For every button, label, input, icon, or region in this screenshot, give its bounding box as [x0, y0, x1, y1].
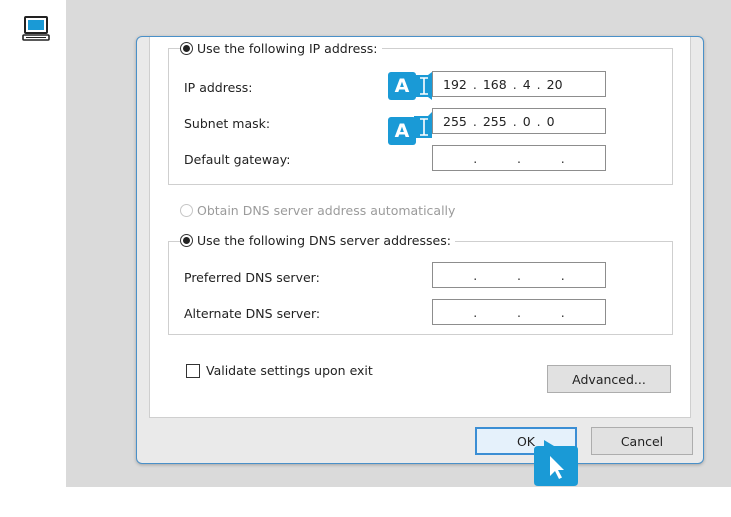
- preferred-dns-field[interactable]: . . .: [432, 262, 606, 288]
- default-gateway-label: Default gateway:: [184, 152, 291, 167]
- ip-address-field[interactable]: 192 . 168 . 4 . 20: [432, 71, 606, 97]
- default-gateway-field[interactable]: . . .: [432, 145, 606, 171]
- mask-octet-3: 0: [522, 113, 531, 129]
- ip-separator: .: [560, 267, 565, 283]
- ip-separator: .: [472, 113, 477, 129]
- validate-settings-label: Validate settings upon exit: [206, 363, 373, 378]
- ip-separator: .: [512, 76, 517, 92]
- ip-octet-3: 4: [522, 76, 531, 92]
- cancel-button[interactable]: Cancel: [591, 427, 693, 455]
- preferred-dns-label: Preferred DNS server:: [184, 270, 320, 285]
- computer-icon: [22, 16, 50, 41]
- ip-text-cursor-badge: A: [388, 72, 416, 100]
- obtain-dns-auto-label: Obtain DNS server address automatically: [197, 203, 456, 218]
- validate-settings-checkbox[interactable]: [186, 363, 200, 378]
- text-cursor-letter: A: [394, 119, 410, 142]
- subnet-mask-label: Subnet mask:: [184, 116, 271, 131]
- ip-separator: .: [536, 113, 541, 129]
- ip-separator: .: [472, 76, 477, 92]
- ip-octet-4: 20: [546, 76, 563, 92]
- alternate-dns-label: Alternate DNS server:: [184, 306, 321, 321]
- obtain-dns-auto-radio-row[interactable]: Obtain DNS server address automatically: [180, 203, 460, 218]
- ip-address-label: IP address:: [184, 80, 253, 95]
- mouse-pointer-icon: [534, 440, 578, 486]
- ip-separator: .: [516, 150, 521, 166]
- ip-separator: .: [560, 304, 565, 320]
- ip-separator: .: [516, 304, 521, 320]
- ip-separator: .: [536, 76, 541, 92]
- use-following-ip-label: Use the following IP address:: [197, 41, 378, 56]
- ip-octet-1: 192: [443, 76, 467, 92]
- ip-separator: .: [473, 267, 478, 283]
- obtain-dns-auto-radio[interactable]: [180, 204, 193, 217]
- text-cursor-icon: [414, 72, 432, 100]
- validate-settings-row[interactable]: Validate settings upon exit: [186, 363, 373, 378]
- ip-separator: .: [560, 150, 565, 166]
- use-following-ip-radio[interactable]: [180, 42, 193, 55]
- advanced-button[interactable]: Advanced...: [547, 365, 671, 393]
- ip-octet-2: 168: [482, 76, 507, 92]
- use-following-dns-label: Use the following DNS server addresses:: [197, 233, 451, 248]
- use-following-dns-radio[interactable]: [180, 234, 193, 247]
- alternate-dns-field[interactable]: . . .: [432, 299, 606, 325]
- mask-octet-4: 0: [546, 113, 555, 129]
- mask-text-cursor-badge: A: [388, 117, 416, 145]
- use-following-ip-radio-row[interactable]: Use the following IP address:: [180, 41, 382, 56]
- mask-octet-2: 255: [482, 113, 507, 129]
- mask-octet-1: 255: [443, 113, 467, 129]
- radio-selected-dot: [183, 45, 190, 52]
- text-cursor-icon: [414, 112, 432, 138]
- radio-selected-dot: [183, 237, 190, 244]
- subnet-mask-field[interactable]: 255 . 255 . 0 . 0: [432, 108, 606, 134]
- ip-separator: .: [516, 267, 521, 283]
- use-following-dns-radio-row[interactable]: Use the following DNS server addresses:: [180, 233, 455, 248]
- text-cursor-letter: A: [394, 74, 410, 97]
- ip-separator: .: [473, 150, 478, 166]
- ip-separator: .: [473, 304, 478, 320]
- ip-separator: .: [512, 113, 517, 129]
